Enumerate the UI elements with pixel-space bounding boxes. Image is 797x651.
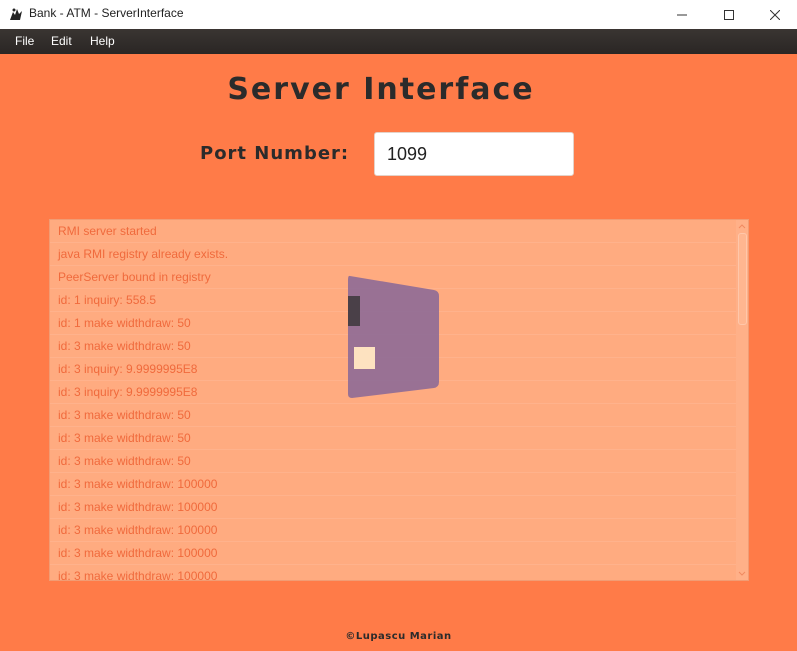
log-scrollbar[interactable] — [736, 220, 748, 580]
scroll-thumb[interactable] — [738, 233, 747, 325]
window-title-bar[interactable]: Bank - ATM - ServerInterface — [0, 0, 797, 29]
chevron-down-icon — [738, 571, 746, 576]
page-title: Server Interface — [227, 72, 535, 107]
log-line: id: 3 make widthdraw: 50 — [50, 427, 736, 450]
menu-edit[interactable]: Edit — [51, 34, 72, 48]
copyright-footer: ©Lupascu Marian — [345, 631, 452, 642]
log-line: id: 3 make widthdraw: 100000 — [50, 473, 736, 496]
log-line: RMI server started — [50, 220, 736, 243]
maximize-button[interactable] — [706, 0, 752, 29]
log-line: id: 3 make widthdraw: 50 — [50, 404, 736, 427]
window-title: Bank - ATM - ServerInterface — [29, 6, 184, 20]
scroll-up-button[interactable] — [736, 220, 748, 232]
log-line: id: 3 make widthdraw: 100000 — [50, 519, 736, 542]
maximize-icon — [724, 9, 734, 20]
log-line: id: 3 make widthdraw: 100000 — [50, 565, 736, 580]
minimize-icon — [677, 14, 687, 15]
app-logo-icon — [10, 8, 22, 20]
menu-bar: File Edit Help — [0, 29, 797, 54]
close-icon — [770, 9, 780, 20]
log-line: id: 3 make widthdraw: 100000 — [50, 542, 736, 565]
log-line: id: 3 make widthdraw: 100000 — [50, 496, 736, 519]
scroll-down-button[interactable] — [736, 568, 748, 580]
minimize-button[interactable] — [659, 0, 705, 29]
bank-card-icon — [348, 275, 439, 398]
log-line: id: 3 make widthdraw: 50 — [50, 450, 736, 473]
port-number-label: Port Number: — [200, 143, 350, 164]
menu-file[interactable]: File — [15, 34, 34, 48]
port-number-input[interactable] — [374, 132, 574, 176]
chevron-up-icon — [738, 224, 746, 229]
menu-help[interactable]: Help — [90, 34, 115, 48]
close-button[interactable] — [752, 0, 797, 29]
log-line: java RMI registry already exists. — [50, 243, 736, 266]
